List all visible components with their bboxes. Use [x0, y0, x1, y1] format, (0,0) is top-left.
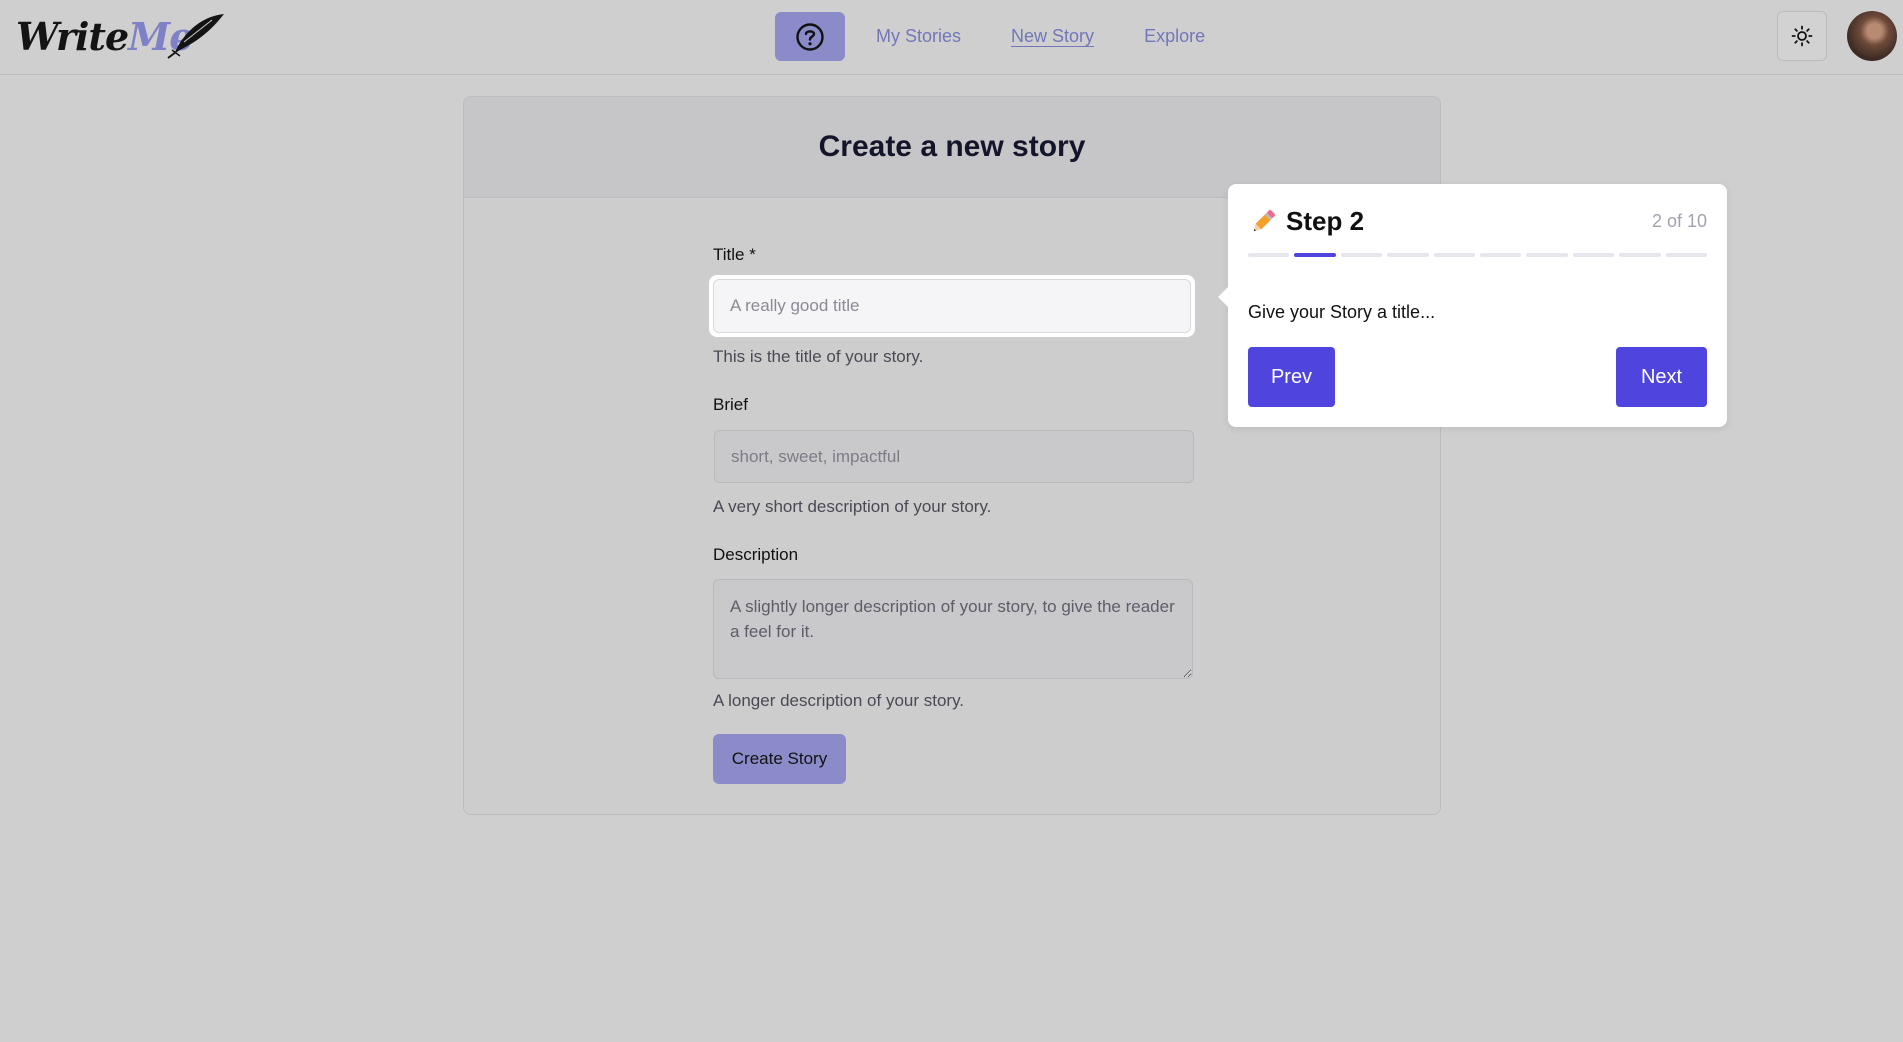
page-title: Create a new story [818, 130, 1086, 163]
writeme-logo[interactable]: WriteMe [16, 12, 226, 62]
title-helper-text: This is the title of your story. [713, 347, 924, 366]
help-tour-button[interactable] [775, 12, 845, 61]
nav-explore[interactable]: Explore [1144, 26, 1205, 47]
brief-helper-text: A very short description of your story. [713, 497, 992, 516]
description-label: Description [713, 545, 799, 564]
question-circle-icon [796, 22, 824, 51]
tour-popover: Step 2 2 of 10 Give your Story a title..… [1218, 184, 1727, 427]
tour-progress-segment [1340, 253, 1383, 257]
popover-arrow [1218, 286, 1229, 308]
tour-progress-segment [1480, 253, 1522, 257]
sun-icon [1791, 25, 1813, 47]
card-header: Create a new story [464, 97, 1440, 198]
top-nav-bar: WriteMe My Stories New Story Explore [0, 0, 1903, 75]
tour-step-text: Give your Story a title... [1248, 302, 1436, 322]
tour-prev-button[interactable]: Prev [1248, 347, 1335, 407]
tour-progress-segment [1665, 253, 1708, 257]
title-input[interactable] [713, 279, 1191, 333]
nav-my-stories[interactable]: My Stories [876, 26, 961, 47]
tour-progress-segment [1387, 253, 1429, 257]
description-helper-text: A longer description of your story. [713, 691, 965, 710]
tour-progress-segment [1619, 253, 1661, 257]
user-avatar[interactable] [1847, 11, 1897, 61]
tour-progress-bar [1248, 253, 1708, 258]
tour-step-counter: 2 of 10 [1651, 211, 1707, 231]
tour-next-button[interactable]: Next [1616, 347, 1707, 407]
tour-progress-segment [1294, 253, 1336, 257]
tour-progress-segment [1248, 253, 1290, 257]
tour-progress-segment [1526, 253, 1568, 257]
nav-new-story[interactable]: New Story [1011, 26, 1094, 47]
tour-progress-segment [1572, 253, 1615, 257]
brief-input[interactable] [714, 430, 1194, 483]
title-label: Title * [713, 245, 756, 264]
brief-label: Brief [713, 395, 748, 414]
description-textarea[interactable] [713, 579, 1193, 679]
pencil-icon [1253, 209, 1276, 232]
theme-toggle-button[interactable] [1777, 11, 1827, 61]
create-story-button[interactable]: Create Story [713, 734, 846, 784]
tour-step-title: Step 2 [1286, 206, 1365, 236]
quill-icon [167, 14, 224, 59]
main-nav: My Stories New Story Explore [775, 12, 1255, 61]
tour-progress-segment [1433, 253, 1476, 257]
